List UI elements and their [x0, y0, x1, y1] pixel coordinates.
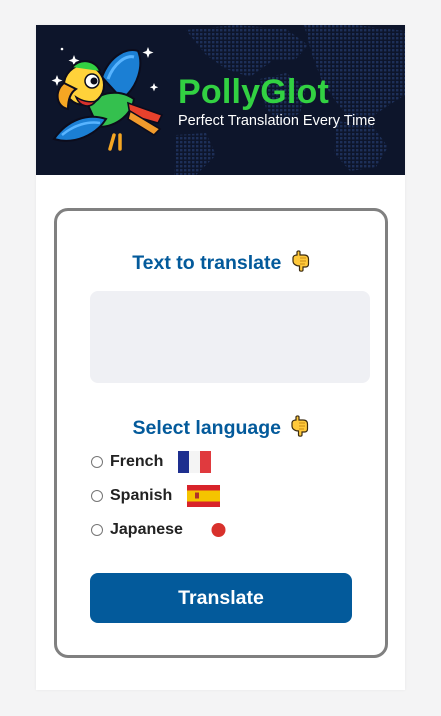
brand-title: PollyGlot — [178, 73, 330, 111]
language-option-french[interactable]: French — [90, 450, 163, 474]
select-language-label: Select language — [132, 417, 282, 439]
pointing-down-hand-icon — [292, 250, 309, 272]
parrot-icon — [51, 47, 164, 151]
text-to-translate-input[interactable] — [90, 291, 370, 383]
translate-button[interactable]: Translate — [90, 573, 352, 623]
france-flag-icon — [178, 451, 211, 473]
header-banner: PollyGlot Perfect Translation Every Time — [36, 25, 405, 175]
translation-form-card: Text to translate Select language French — [54, 208, 388, 658]
japanese-label: Japanese — [110, 521, 183, 538]
spanish-label: Spanish — [110, 487, 173, 504]
select-language-heading: Select language — [57, 415, 385, 440]
french-label: French — [110, 453, 164, 470]
app-container: PollyGlot Perfect Translation Every Time… — [36, 25, 405, 690]
pointing-down-hand-icon — [291, 415, 309, 437]
brand-tagline: Perfect Translation Every Time — [178, 113, 376, 129]
japan-flag-icon — [202, 519, 235, 541]
spanish-radio[interactable] — [91, 490, 103, 502]
japanese-radio[interactable] — [91, 524, 103, 536]
text-to-translate-heading: Text to translate — [57, 250, 385, 275]
spain-flag-icon — [187, 485, 220, 507]
text-to-translate-label: Text to translate — [132, 252, 282, 274]
language-option-japanese[interactable]: Japanese — [90, 518, 183, 542]
french-radio[interactable] — [91, 456, 103, 468]
language-option-spanish[interactable]: Spanish — [90, 484, 172, 508]
